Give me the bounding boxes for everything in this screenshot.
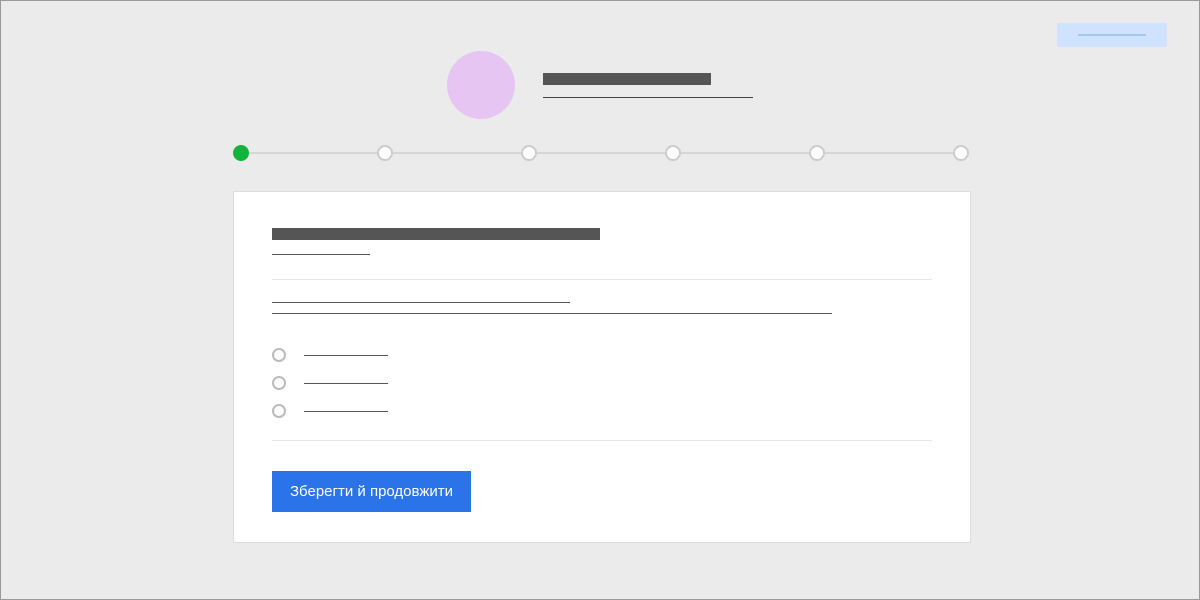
card-heading (272, 228, 600, 240)
radio-option-2[interactable] (272, 376, 932, 390)
step-5[interactable] (809, 145, 825, 161)
progress-stepper (233, 145, 969, 161)
page-title (543, 73, 711, 85)
radio-label (304, 383, 388, 384)
avatar-circle-icon (447, 51, 515, 119)
page-header (447, 51, 753, 119)
step-connector (537, 152, 665, 154)
step-1[interactable] (233, 145, 249, 161)
step-connector (681, 152, 809, 154)
radio-group (272, 348, 932, 418)
card-subheading (272, 254, 370, 255)
step-2[interactable] (377, 145, 393, 161)
radio-icon (272, 404, 286, 418)
step-3[interactable] (521, 145, 537, 161)
top-action-placeholder (1078, 34, 1146, 36)
step-6[interactable] (953, 145, 969, 161)
title-block (543, 73, 753, 98)
radio-label (304, 411, 388, 412)
step-4[interactable] (665, 145, 681, 161)
step-connector (393, 152, 521, 154)
divider (272, 279, 932, 280)
divider (272, 440, 932, 441)
field-label (272, 302, 570, 303)
text-input[interactable] (272, 313, 832, 314)
step-connector (825, 152, 953, 154)
step-connector (249, 152, 377, 154)
radio-icon (272, 376, 286, 390)
form-card: Зберегти й продовжити (233, 191, 971, 543)
radio-option-1[interactable] (272, 348, 932, 362)
radio-option-3[interactable] (272, 404, 932, 418)
top-action-pill[interactable] (1057, 23, 1167, 47)
radio-icon (272, 348, 286, 362)
radio-label (304, 355, 388, 356)
page-subtitle-line (543, 97, 753, 98)
save-continue-button[interactable]: Зберегти й продовжити (272, 471, 471, 512)
